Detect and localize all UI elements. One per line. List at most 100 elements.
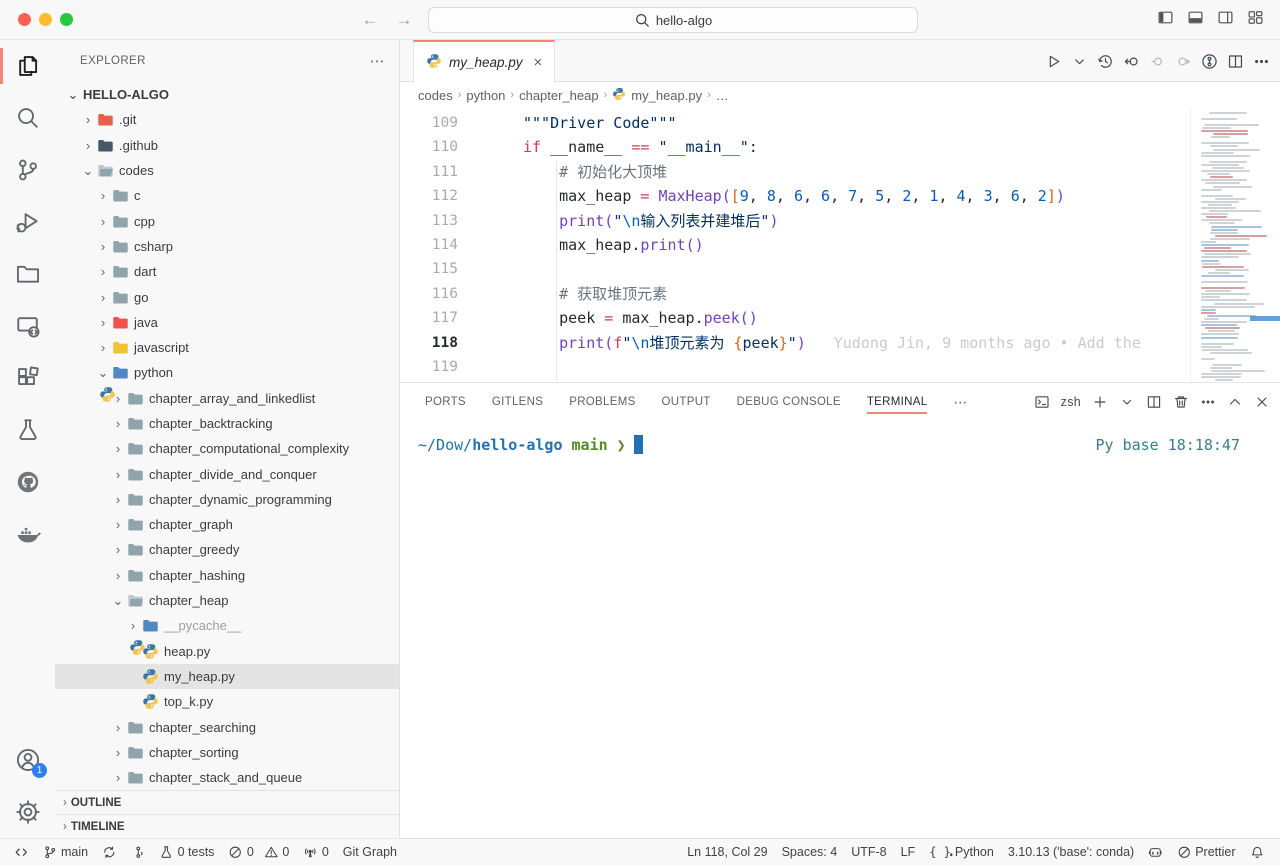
panel-tab-gitlens[interactable]: GITLENS [492,383,543,421]
tree-item-chapter-greedy[interactable]: ›chapter_greedy [55,537,399,562]
minimap[interactable] [1190,108,1280,382]
status-ln-118-col-29[interactable]: Ln 118, Col 29 [681,841,773,863]
panel-tab-output[interactable]: OUTPUT [662,383,711,421]
tab-my-heap[interactable]: my_heap.py × [413,40,555,83]
tree-item--git[interactable]: ›.git [55,107,399,132]
chevron-right-icon[interactable]: › [80,112,96,127]
forward-icon[interactable]: → [394,10,414,30]
activity-search[interactable] [0,92,55,144]
next-change-icon[interactable] [1175,53,1192,70]
status-bell-icon[interactable] [1244,841,1271,863]
status-0[interactable]: 0 [297,841,334,863]
explorer-more-actions-icon[interactable]: ⋯ [370,52,385,70]
sidebar-section-timeline[interactable]: ›TIMELINE [55,814,399,838]
chevron-down-icon[interactable]: ⌄ [110,593,126,609]
tree-item-java[interactable]: ›java [55,310,399,335]
tree-item-chapter-heap[interactable]: ⌄chapter_heap [55,588,399,613]
activity-settings[interactable] [0,786,55,838]
run-icon[interactable] [1045,53,1062,70]
status-0-tests[interactable]: 0 tests [153,841,220,863]
panel-tab-debug-console[interactable]: DEBUG CONSOLE [737,383,841,421]
maximize-window-icon[interactable] [60,13,73,26]
tree-item--pycache-[interactable]: ›__pycache__ [55,613,399,638]
chevron-right-icon[interactable]: › [110,568,126,583]
status-spaces-4[interactable]: Spaces: 4 [776,841,844,863]
chevron-right-icon[interactable]: › [95,290,111,305]
tree-item-python[interactable]: ⌄python [55,360,399,385]
close-tab-icon[interactable]: × [534,54,543,71]
tree-item-chapter-hashing[interactable]: ›chapter_hashing [55,563,399,588]
tree-item-chapter-computational-complexity[interactable]: ›chapter_computational_complexity [55,436,399,461]
chevron-right-icon[interactable]: › [110,745,126,760]
chevron-right-icon[interactable]: › [80,138,96,153]
kill-terminal-icon[interactable] [1173,394,1189,410]
git-graph-icon[interactable] [1201,53,1218,70]
status-remote-icon[interactable] [8,841,35,863]
code-line-111[interactable]: 111 # 初始化大顶堆 [400,160,1190,184]
activity-testing[interactable] [0,404,55,456]
sidebar-section-outline[interactable]: ›OUTLINE [55,790,399,814]
code-line-110[interactable]: 110if __name__ == "__main__": [400,135,1190,159]
status-copilot-icon[interactable] [1142,841,1169,863]
tree-item-chapter-backtracking[interactable]: ›chapter_backtracking [55,411,399,436]
file-top-k-py[interactable]: top_k.py [55,689,399,714]
chevron-right-icon[interactable]: › [125,618,141,633]
chevron-right-icon[interactable]: › [95,214,111,229]
tree-item--github[interactable]: ›.github [55,133,399,158]
breadcrumb-item[interactable]: my_heap.py [631,88,702,103]
chevron-right-icon[interactable]: › [110,720,126,735]
status-gitlens-icon[interactable] [125,841,152,863]
status-lf[interactable]: LF [895,841,922,863]
split-terminal-icon[interactable] [1146,394,1162,410]
file-history-icon[interactable] [1097,53,1114,70]
panel-more-tabs-icon[interactable]: ⋯ [953,394,967,411]
status-prettier[interactable]: Prettier [1171,841,1242,863]
status-utf-8[interactable]: UTF-8 [845,841,892,863]
status-python[interactable]: { }•Python [923,841,1000,863]
chevron-right-icon[interactable]: › [95,315,111,330]
breadcrumb-item[interactable]: … [716,88,729,103]
close-panel-icon[interactable] [1254,394,1270,410]
code-line-117[interactable]: 117 peek = max_heap.peek() [400,306,1190,330]
panel-tab-problems[interactable]: PROBLEMS [569,383,635,421]
activity-run-debug[interactable] [0,196,55,248]
panel-tab-ports[interactable]: PORTS [425,383,466,421]
close-window-icon[interactable] [18,13,31,26]
activity-source-control[interactable] [0,144,55,196]
dropdown-chevron-icon[interactable] [1071,53,1088,70]
activity-extensions[interactable] [0,352,55,404]
window-controls[interactable] [0,13,110,26]
chevron-right-icon[interactable]: › [110,467,126,482]
chevron-right-icon[interactable]: › [110,542,126,557]
activity-accounts[interactable]: 1 [0,734,55,786]
activity-docker[interactable] [0,508,55,560]
activity-remote-explorer[interactable] [0,300,55,352]
code-line-116[interactable]: 116 # 获取堆顶元素 [400,282,1190,306]
toggle-panel-icon[interactable] [1187,9,1204,26]
minimize-window-icon[interactable] [39,13,52,26]
activity-project-manager[interactable] [0,248,55,300]
breadcrumb-item[interactable]: chapter_heap [519,88,599,103]
command-center-search[interactable]: hello-algo [428,7,918,33]
chevron-right-icon[interactable]: › [110,416,126,431]
more-actions-icon[interactable] [1253,53,1270,70]
code-line-109[interactable]: 109"""Driver Code""" [400,111,1190,135]
tree-item-chapter-stack-and-queue[interactable]: ›chapter_stack_and_queue [55,765,399,790]
tree-item-chapter-dynamic-programming[interactable]: ›chapter_dynamic_programming [55,487,399,512]
code-line-114[interactable]: 114 max_heap.print() [400,233,1190,257]
code-line-112[interactable]: 112 max_heap = MaxHeap([9, 8, 6, 6, 7, 5… [400,184,1190,208]
tree-item-chapter-graph[interactable]: ›chapter_graph [55,512,399,537]
previous-change-icon[interactable] [1149,53,1166,70]
tree-item-chapter-searching[interactable]: ›chapter_searching [55,714,399,739]
toggle-sidebar-left-icon[interactable] [1157,9,1174,26]
new-terminal-icon[interactable] [1092,394,1108,410]
status-main[interactable]: main [37,841,95,863]
status-3-10-13-base-conda[interactable]: 3.10.13 ('base': conda) [1002,841,1140,863]
dropdown-chevron-icon[interactable] [1119,394,1135,410]
terminal[interactable]: ~/Dow/hello-algo main ❯ Py base 18:18:47 [400,421,1280,838]
back-icon[interactable]: ← [360,10,380,30]
activity-explorer[interactable] [0,40,55,92]
tree-item-go[interactable]: ›go [55,284,399,309]
maximize-panel-icon[interactable] [1227,394,1243,410]
tree-item-dart[interactable]: ›dart [55,259,399,284]
